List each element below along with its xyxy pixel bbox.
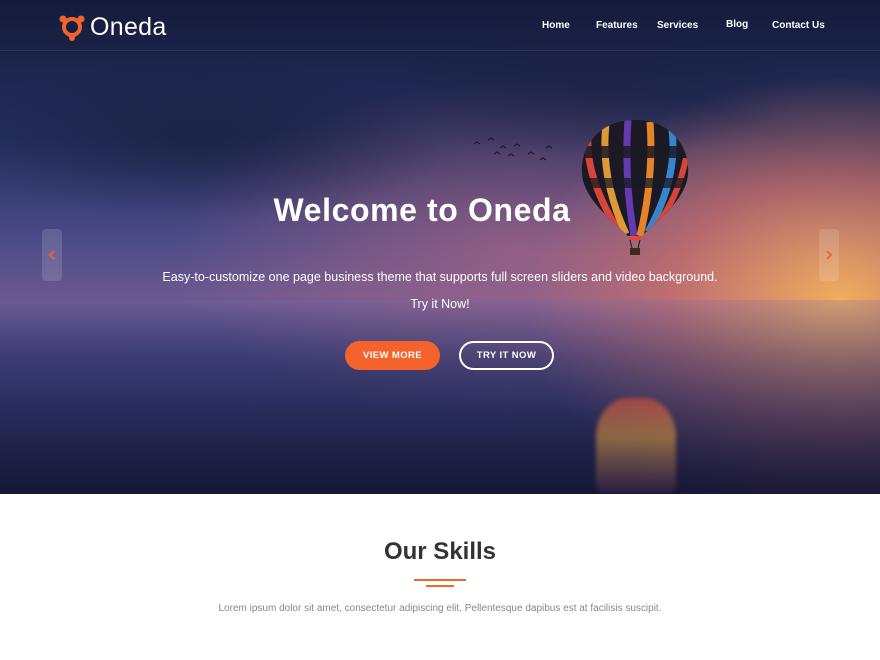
title-divider: [426, 585, 454, 587]
hero-subtitle-cta: Try it Now!: [410, 297, 470, 311]
hot-air-balloon-image: [581, 120, 689, 255]
slider-next-button[interactable]: [819, 229, 839, 281]
hero-slider: Oneda Home Features Services Blog Contac…: [0, 0, 880, 494]
section-title: Our Skills: [383, 538, 497, 565]
title-divider: [414, 579, 466, 581]
hero-subtitle: Easy-to-customize one page business them…: [162, 270, 718, 284]
hero-sea: [0, 300, 880, 494]
birds-image: [473, 137, 553, 161]
nav-item-contact-us[interactable]: Contact Us: [772, 20, 825, 31]
logo-icon: [59, 15, 85, 41]
try-it-now-button[interactable]: TRY IT NOW: [459, 341, 554, 370]
view-more-button[interactable]: VIEW MORE: [345, 341, 440, 370]
section-description: Lorem ipsum dolor sit amet, consectetur …: [218, 603, 662, 614]
nav-item-services[interactable]: Services: [657, 20, 698, 31]
nav-item-features[interactable]: Features: [596, 20, 638, 31]
top-navigation: Oneda Home Features Services Blog Contac…: [0, 0, 880, 51]
site-logo[interactable]: Oneda: [58, 12, 167, 42]
logo-text: Oneda: [90, 12, 167, 41]
chevron-left-icon: [48, 250, 55, 260]
slider-prev-button[interactable]: [42, 229, 62, 281]
balloon-reflection: [596, 398, 676, 494]
nav-item-home[interactable]: Home: [542, 20, 570, 31]
hero-title: Welcome to Oneda: [273, 192, 571, 228]
chevron-right-icon: [826, 250, 833, 260]
nav-item-blog[interactable]: Blog: [726, 19, 748, 30]
